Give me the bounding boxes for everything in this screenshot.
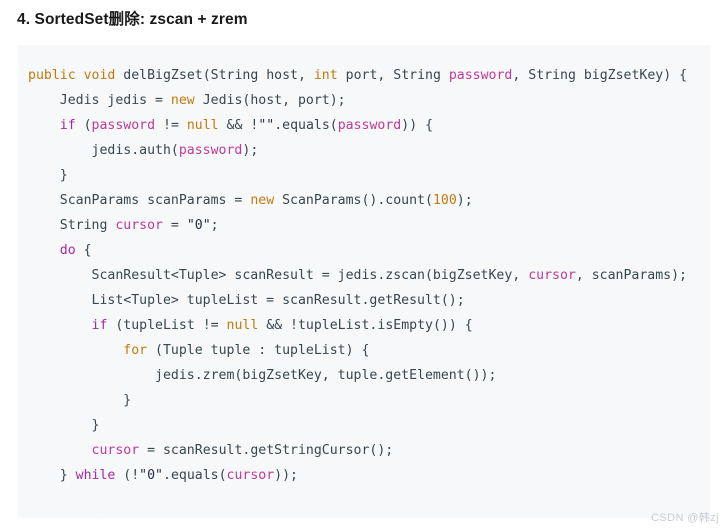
- code-token: Jedis jedis =: [28, 93, 171, 108]
- code-token: }: [28, 168, 68, 183]
- code-line: //删除bigkey: [28, 513, 710, 518]
- code-token: password: [91, 118, 156, 133]
- code-token: .equals(: [274, 118, 338, 133]
- page-title: 4. SortedSet删除: zscan + zrem: [17, 11, 248, 28]
- code-line: }: [28, 163, 710, 188]
- code-token: && !: [218, 118, 259, 133]
- code-line: public void delBigZset(String host, int …: [28, 63, 710, 88]
- code-line: Jedis jedis = new Jedis(host, port);: [28, 88, 710, 113]
- code-token: delBigZset(String host,: [115, 68, 314, 83]
- code-token: {: [75, 243, 92, 258]
- code-line: jedis.zrem(bigZsetKey, tuple.getElement(…: [28, 363, 710, 388]
- code-line: List<Tuple> tupleList = scanResult.getRe…: [28, 288, 710, 313]
- code-token: "0": [139, 468, 163, 483]
- code-token: List<Tuple> tupleList = scanResult.getRe…: [28, 293, 465, 308]
- code-token: int: [313, 68, 338, 83]
- code-line: if (tupleList != null && !tupleList.isEm…: [28, 313, 710, 338]
- code-token: !=: [155, 118, 187, 133]
- code-token: password: [178, 143, 243, 158]
- code-line: } while (!"0".equals(cursor));: [28, 463, 710, 488]
- code-token: for: [123, 343, 148, 358]
- code-token: password: [448, 68, 513, 83]
- code-token: null: [186, 118, 219, 133]
- code-token: ScanParams scanParams =: [28, 193, 251, 208]
- code-token: }: [28, 418, 100, 433]
- code-token: do: [59, 243, 76, 258]
- code-token: =: [162, 218, 187, 233]
- code-token: )) {: [401, 118, 434, 133]
- code-token: }: [28, 468, 76, 483]
- code-token: , scanParams);: [575, 268, 687, 283]
- code-block: public void delBigZset(String host, int …: [18, 45, 710, 518]
- code-token: (!: [115, 468, 140, 483]
- code-token: }: [28, 393, 132, 408]
- code-token: "": [258, 118, 275, 133]
- code-line: for (Tuple tuple : tupleList) {: [28, 338, 710, 363]
- code-token: (: [75, 118, 92, 133]
- code-line: ScanResult<Tuple> scanResult = jedis.zsc…: [28, 263, 710, 288]
- code-token: if: [59, 118, 76, 133]
- code-token: "0": [186, 218, 211, 233]
- code-token: );: [242, 143, 259, 158]
- code-token: cursor: [115, 218, 163, 233]
- code-token: ;: [210, 218, 219, 233]
- code-token: (tupleList !=: [107, 318, 227, 333]
- code-line: }: [28, 413, 710, 438]
- code-token: Jedis(host, port);: [194, 93, 346, 108]
- code-token: ScanParams().count(: [274, 193, 433, 208]
- code-token: , String bigZsetKey) {: [512, 68, 688, 83]
- code-token: cursor: [91, 443, 140, 458]
- code-token: if: [91, 318, 108, 333]
- code-token: password: [337, 118, 402, 133]
- code-line: String cursor = "0";: [28, 213, 710, 238]
- code-token: cursor: [528, 268, 576, 283]
- code-token: (Tuple tuple : tupleList) {: [147, 343, 370, 358]
- code-token: 100: [432, 193, 457, 208]
- code-line: jedis.auth(password);: [28, 138, 710, 163]
- code-token: new: [170, 93, 195, 108]
- code-token: jedis.zrem(bigZsetKey, tuple.getElement(…: [28, 368, 497, 383]
- code-token: while: [75, 468, 116, 483]
- code-token: = scanResult.getStringCursor();: [139, 443, 394, 458]
- code-token: String: [28, 218, 116, 233]
- code-token: jedis.auth(: [28, 143, 179, 158]
- code-token: void: [83, 68, 116, 83]
- code-token: null: [226, 318, 259, 333]
- code-line: }: [28, 388, 710, 413]
- code-token: ));: [274, 468, 298, 483]
- code-line: ScanParams scanParams = new ScanParams()…: [28, 188, 710, 213]
- code-token: );: [456, 193, 473, 208]
- code-line: if (password != null && !"".equals(passw…: [28, 113, 710, 138]
- csdn-watermark: CSDN @韩zj: [651, 512, 719, 524]
- code-token: cursor: [226, 468, 275, 483]
- code-token: port, String: [337, 68, 449, 83]
- code-line: do {: [28, 238, 710, 263]
- code-token: && !tupleList.isEmpty()) {: [258, 318, 473, 333]
- code-token: new: [250, 193, 275, 208]
- code-line: ​: [28, 488, 710, 513]
- code-token: public: [28, 68, 76, 83]
- code-token: ScanResult<Tuple> scanResult = jedis.zsc…: [28, 268, 529, 283]
- code-token: .equals(: [163, 468, 227, 483]
- code-line: cursor = scanResult.getStringCursor();: [28, 438, 710, 463]
- code-content: public void delBigZset(String host, int …: [18, 45, 710, 518]
